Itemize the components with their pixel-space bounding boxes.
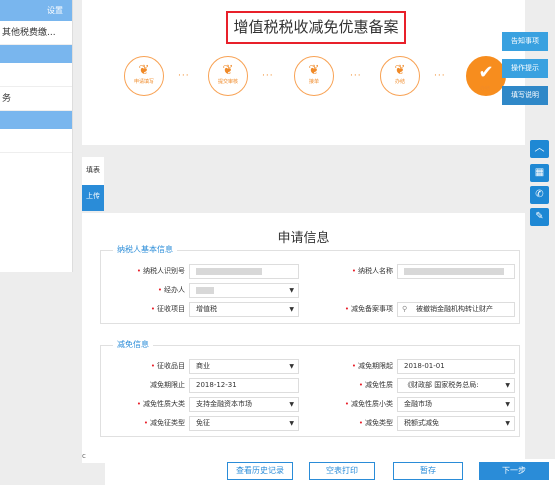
redacted-text bbox=[404, 268, 504, 275]
dropdown-arrow-icon: ▼ bbox=[289, 306, 294, 313]
chevron-up-icon[interactable]: ︿ bbox=[530, 140, 549, 158]
taxpayer-id-label: 纳税人识别号 bbox=[143, 267, 185, 275]
nature-subcategory-label: 减免性质小类 bbox=[351, 400, 393, 408]
form-row: • 征收品目 商业 ▼ • 减免期限起 2018-01-01 bbox=[101, 357, 521, 376]
relief-info-section: 减免信息 • 征收品目 商业 ▼ • 减免期限起 2018-01-01 减免期限止 2… bbox=[100, 339, 521, 437]
dropdown-arrow-icon: ▼ bbox=[289, 401, 294, 408]
edit-icon[interactable]: ✎ bbox=[530, 208, 549, 226]
nature-category-label: 减免性质大类 bbox=[143, 400, 185, 408]
sidebar-item-blank[interactable] bbox=[0, 63, 72, 87]
step-submit: ❦ 提交审核 bbox=[208, 56, 248, 96]
tab-upload[interactable]: 上传 bbox=[82, 185, 104, 211]
handler-select[interactable]: ▼ bbox=[189, 283, 299, 298]
tab-fill[interactable]: 填表 bbox=[82, 157, 104, 185]
step-icon: ❦ bbox=[138, 63, 150, 78]
exemption-kind-select[interactable]: 免征 ▼ bbox=[189, 416, 299, 431]
taxpayer-name-field[interactable] bbox=[397, 264, 515, 279]
sidebar-item-other-fees[interactable]: 其他税费缴... bbox=[0, 21, 72, 45]
relief-start-label: 减免期限起 bbox=[358, 362, 393, 370]
operation-tips-button[interactable]: 操作提示 bbox=[502, 59, 548, 78]
view-history-button[interactable]: 查看历史记录 bbox=[227, 462, 293, 480]
section-title: 减免信息 bbox=[113, 339, 153, 350]
fill-guide-button[interactable]: 填写说明 bbox=[502, 86, 548, 105]
taxpayer-info-section: 纳税人基本信息 • 纳税人识别号 • 纳税人名称 • 经办人 ▼ • 征收项目 增值税 ▼… bbox=[100, 244, 521, 324]
levy-type-select[interactable]: 商业 ▼ bbox=[189, 359, 299, 374]
relief-matter-field[interactable]: ⚲ 被撤销金融机构转让财产 bbox=[397, 302, 515, 317]
exemption-kind-label: 减免征类型 bbox=[150, 419, 185, 427]
taxpayer-name-label: 纳税人名称 bbox=[358, 267, 393, 275]
sidebar-settings[interactable]: 设置 bbox=[0, 0, 72, 21]
step-dots: ··· bbox=[178, 71, 190, 81]
relief-type-select[interactable]: 税额式减免 ▼ bbox=[397, 416, 515, 431]
redacted-text bbox=[196, 268, 262, 275]
step-dots: ··· bbox=[262, 71, 274, 81]
step-finish: ❦ 办结 bbox=[380, 56, 420, 96]
relief-start-field[interactable]: 2018-01-01 bbox=[397, 359, 515, 374]
levy-type-label: 征收品目 bbox=[157, 362, 185, 370]
dropdown-arrow-icon: ▼ bbox=[505, 382, 510, 389]
section-title: 纳税人基本信息 bbox=[113, 244, 177, 255]
step-accept: ❦ 接单 bbox=[294, 56, 334, 96]
form-row: • 减免性质大类 支持金融资本市场 ▼ • 减免性质小类 金融市场 ▼ bbox=[101, 395, 521, 414]
step-done-label: 办结 bbox=[480, 86, 491, 92]
relief-type-label: 减免类型 bbox=[365, 419, 393, 427]
search-icon[interactable]: ⚲ bbox=[402, 303, 407, 316]
form-row: • 经办人 ▼ bbox=[101, 281, 521, 300]
levy-item-select[interactable]: 增值税 ▼ bbox=[189, 302, 299, 317]
relief-matter-label: 减免备案事项 bbox=[351, 305, 393, 313]
dropdown-arrow-icon: ▼ bbox=[289, 287, 294, 294]
relief-end-field[interactable]: 2018-12-31 bbox=[189, 378, 299, 393]
page-title: 增值税税收减免优惠备案 bbox=[226, 11, 406, 44]
form-row: • 纳税人识别号 • 纳税人名称 bbox=[101, 262, 521, 281]
taxpayer-id-field[interactable] bbox=[189, 264, 299, 279]
nature-category-select[interactable]: 支持金融资本市场 ▼ bbox=[189, 397, 299, 412]
step-dots: ··· bbox=[350, 71, 362, 81]
handler-label: 经办人 bbox=[164, 286, 185, 294]
save-draft-button[interactable]: 暂存 bbox=[393, 462, 463, 480]
phone-icon[interactable]: ✆ bbox=[530, 186, 549, 204]
progress-card: 增值税税收减免优惠备案 ❦ 申请填写 ··· ❦ 提交审核 ··· ❦ 接单 ·… bbox=[82, 0, 525, 145]
step-apply: ❦ 申请填写 bbox=[124, 56, 164, 96]
dropdown-arrow-icon: ▼ bbox=[505, 420, 510, 427]
form-row: • 征收项目 增值税 ▼ • 减免备案事项 ⚲ 被撤销金融机构转让财产 bbox=[101, 300, 521, 319]
check-icon: ✔ bbox=[478, 62, 494, 83]
step-dots: ··· bbox=[434, 71, 446, 81]
relief-nature-select[interactable]: 《财政部 国家税务总局: ▼ bbox=[397, 378, 515, 393]
stray-character: c bbox=[82, 452, 86, 460]
relief-nature-label: 减免性质 bbox=[365, 381, 393, 389]
dropdown-arrow-icon: ▼ bbox=[289, 420, 294, 427]
notice-button[interactable]: 告知事项 bbox=[502, 32, 548, 51]
sidebar-active-bar[interactable] bbox=[0, 45, 72, 63]
qr-code-icon[interactable]: ▦ bbox=[530, 164, 549, 182]
levy-item-label: 征收项目 bbox=[157, 305, 185, 313]
redacted-text bbox=[196, 287, 214, 294]
sidebar-active-bar-2[interactable] bbox=[0, 111, 72, 129]
form-row: • 减免征类型 免征 ▼ • 减免类型 税额式减免 ▼ bbox=[101, 414, 521, 433]
relief-end-label: 减免期限止 bbox=[150, 381, 185, 389]
dropdown-arrow-icon: ▼ bbox=[289, 363, 294, 370]
print-blank-button[interactable]: 空表打印 bbox=[309, 462, 375, 480]
step-icon: ❦ bbox=[222, 63, 234, 78]
sidebar-item-service[interactable]: 务 bbox=[0, 87, 72, 111]
left-sidebar: 设置 其他税费缴... 务 bbox=[0, 0, 73, 272]
application-form: 申请信息 纳税人基本信息 • 纳税人识别号 • 纳税人名称 • 经办人 ▼ • 征收项目… bbox=[82, 213, 525, 463]
nature-subcategory-select[interactable]: 金融市场 ▼ bbox=[397, 397, 515, 412]
step-icon: ❦ bbox=[308, 63, 320, 78]
step-icon: ❦ bbox=[394, 63, 406, 78]
sidebar-item-blank-2[interactable] bbox=[0, 129, 72, 153]
action-bar: 查看历史记录 空表打印 暂存 下一步 bbox=[105, 459, 555, 485]
dropdown-arrow-icon: ▼ bbox=[505, 401, 510, 408]
form-row: 减免期限止 2018-12-31 • 减免性质 《财政部 国家税务总局: ▼ bbox=[101, 376, 521, 395]
next-step-button[interactable]: 下一步 bbox=[479, 462, 549, 480]
